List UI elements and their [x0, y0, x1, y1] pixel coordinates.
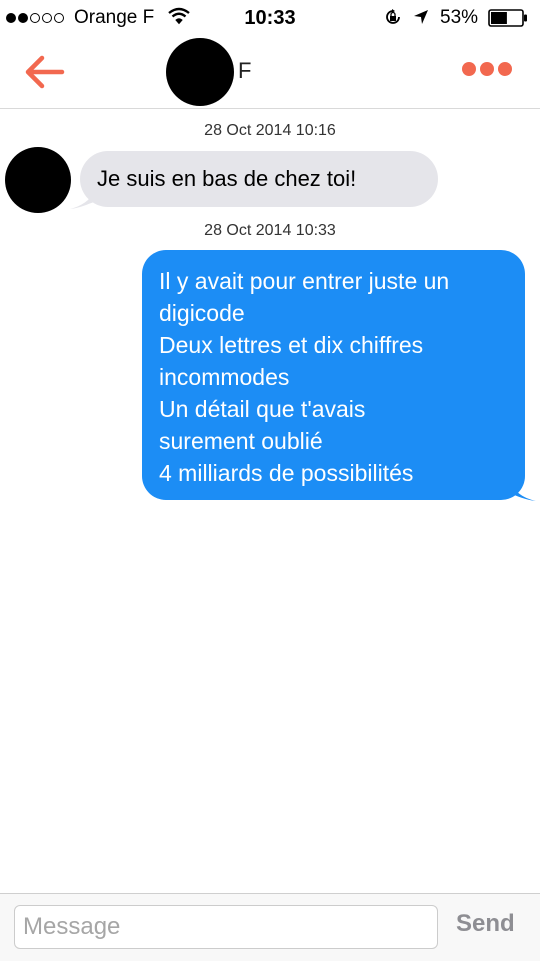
message-timestamp: 28 Oct 2014 10:16	[204, 122, 336, 139]
message-text-line: digicode	[159, 300, 245, 326]
message-text-line: 4 milliards de possibilités	[159, 460, 414, 486]
more-dot	[480, 62, 494, 76]
orientation-lock-icon	[386, 9, 400, 24]
contact-name[interactable]: F	[238, 58, 251, 84]
message-text-line: surement oublié	[159, 428, 323, 454]
battery-icon	[488, 9, 527, 27]
message-composer: Send	[0, 893, 540, 961]
message-text-line: Il y avait pour entrer juste un	[159, 268, 450, 294]
outgoing-message-bubble[interactable]: Il y avait pour entrer juste un digicode…	[142, 250, 525, 500]
message-text-line: incommodes	[159, 364, 290, 390]
message-text-line: Deux lettres et dix chiffres	[159, 332, 424, 358]
more-dot	[462, 62, 476, 76]
more-dot	[498, 62, 512, 76]
battery-percentage: 53%	[440, 7, 479, 28]
status-bar: Orange F 10:33 53%	[0, 0, 540, 36]
message-text: Je suis en bas de chez toi!	[97, 166, 357, 191]
back-arrow-icon[interactable]	[22, 52, 66, 92]
message-timestamp: 28 Oct 2014 10:33	[204, 222, 336, 239]
contact-avatar[interactable]	[166, 38, 234, 106]
message-input[interactable]	[14, 905, 438, 949]
sender-avatar[interactable]	[5, 147, 71, 213]
more-dots-icon[interactable]	[462, 62, 516, 80]
send-button[interactable]: Send	[456, 908, 515, 940]
incoming-message-bubble[interactable]: Je suis en bas de chez toi!	[80, 151, 438, 207]
location-arrow-icon	[414, 10, 428, 24]
message-text-line: Un détail que t'avais	[159, 396, 366, 422]
nav-bar: F	[0, 36, 540, 109]
